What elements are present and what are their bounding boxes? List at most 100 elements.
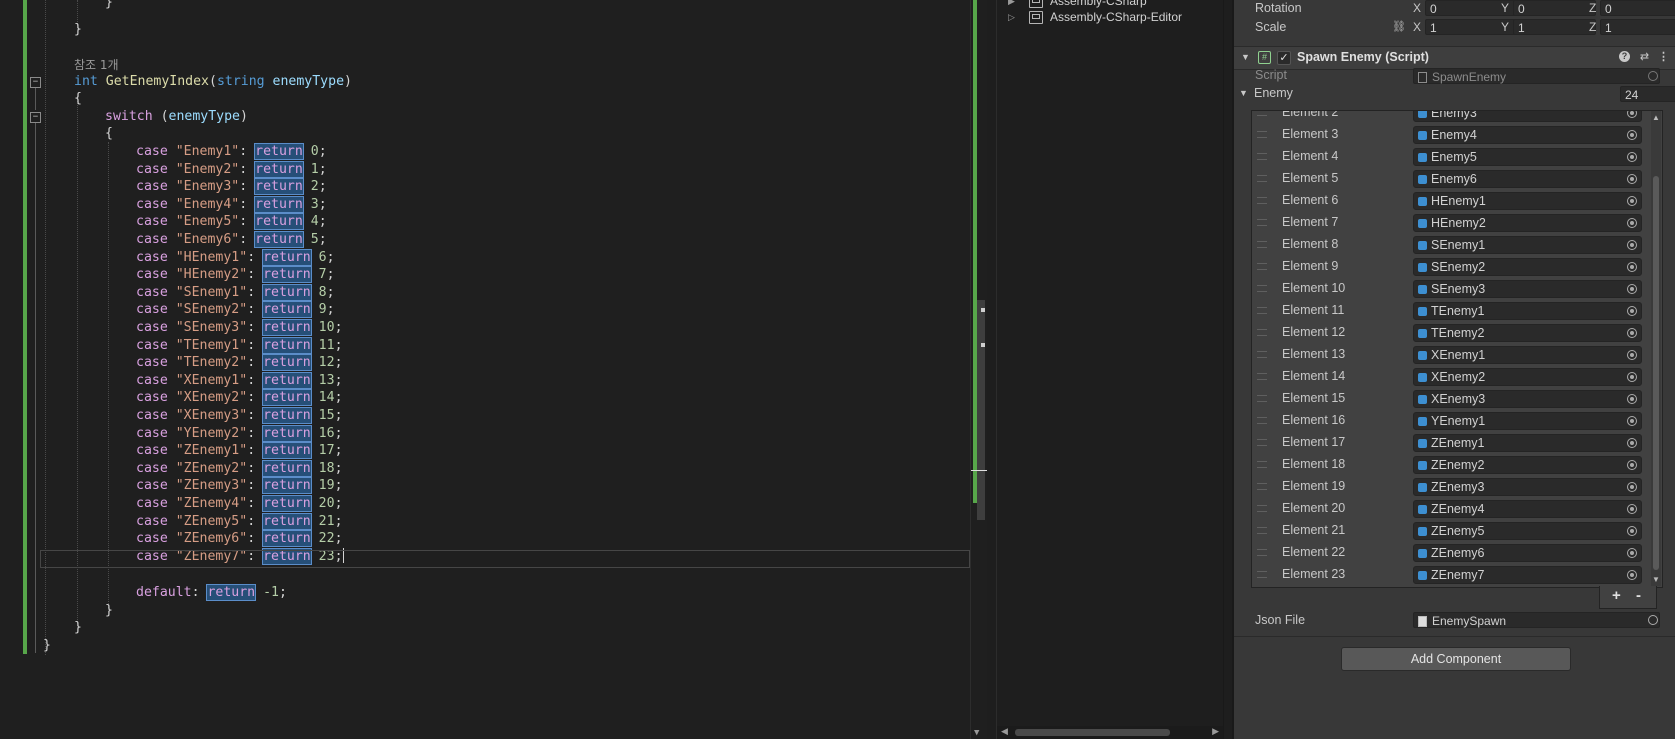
add-component-button[interactable]: Add Component bbox=[1341, 647, 1571, 671]
drag-handle-icon[interactable] bbox=[1257, 505, 1267, 512]
drag-handle-icon[interactable] bbox=[1257, 131, 1267, 138]
reference-count-hint[interactable]: 참조 1개 bbox=[74, 56, 119, 73]
scroll-down-icon[interactable]: ▼ bbox=[974, 728, 979, 738]
drag-handle-icon[interactable] bbox=[1257, 329, 1267, 336]
object-field[interactable]: Enemy5 bbox=[1413, 148, 1642, 166]
list-element-row[interactable]: Element 13 XEnemy1 bbox=[1252, 344, 1647, 366]
scroll-down-icon[interactable]: ▼ bbox=[1652, 575, 1660, 584]
object-field[interactable]: HEnemy2 bbox=[1413, 214, 1642, 232]
list-element-row[interactable]: Element 22 ZEnemy6 bbox=[1252, 542, 1647, 564]
object-field[interactable]: TEnemy2 bbox=[1413, 324, 1642, 342]
list-size-field[interactable]: 24 bbox=[1620, 86, 1675, 102]
list-element-row[interactable]: Element 23 ZEnemy7 bbox=[1252, 564, 1647, 586]
object-picker-icon[interactable] bbox=[1627, 350, 1637, 360]
object-field[interactable]: SEnemy3 bbox=[1413, 280, 1642, 298]
object-field[interactable]: SEnemy1 bbox=[1413, 236, 1642, 254]
more-options-icon[interactable]: ⋮ bbox=[1657, 51, 1670, 64]
object-picker-icon[interactable] bbox=[1627, 284, 1637, 294]
list-element-row[interactable]: Element 6 HEnemy1 bbox=[1252, 190, 1647, 212]
drag-handle-icon[interactable] bbox=[1257, 241, 1267, 248]
object-field[interactable]: ZEnemy2 bbox=[1413, 456, 1642, 474]
object-field[interactable]: Enemy4 bbox=[1413, 126, 1642, 144]
drag-handle-icon[interactable] bbox=[1257, 483, 1267, 490]
rotation-z-field[interactable]: 0 bbox=[1600, 0, 1675, 16]
foldout-arrow-icon[interactable]: ▼ bbox=[1239, 51, 1252, 64]
list-element-row[interactable]: Element 5 Enemy6 bbox=[1252, 168, 1647, 190]
list-element-row[interactable]: Element 4 Enemy5 bbox=[1252, 146, 1647, 168]
link-scale-icon[interactable]: ⛓ bbox=[1392, 20, 1406, 33]
drag-handle-icon[interactable] bbox=[1257, 571, 1267, 578]
json-file-field[interactable]: EnemySpawn bbox=[1413, 612, 1660, 628]
object-field[interactable]: XEnemy3 bbox=[1413, 390, 1642, 408]
object-picker-icon[interactable] bbox=[1627, 372, 1637, 382]
list-element-row[interactable]: Element 20 ZEnemy4 bbox=[1252, 498, 1647, 520]
remove-element-button[interactable]: - bbox=[1636, 587, 1641, 604]
drag-handle-icon[interactable] bbox=[1257, 417, 1267, 424]
drag-handle-icon[interactable] bbox=[1257, 351, 1267, 358]
drag-handle-icon[interactable] bbox=[1257, 175, 1267, 182]
list-element-row[interactable]: Element 15 XEnemy3 bbox=[1252, 388, 1647, 410]
object-picker-icon[interactable] bbox=[1627, 328, 1637, 338]
list-element-row[interactable]: Element 9 SEnemy2 bbox=[1252, 256, 1647, 278]
scroll-thumb[interactable] bbox=[1015, 729, 1170, 736]
object-picker-icon[interactable] bbox=[1627, 111, 1637, 118]
project-horizontal-scrollbar[interactable]: ◀ ▶ bbox=[997, 726, 1223, 739]
list-element-row[interactable]: Element 21 ZEnemy5 bbox=[1252, 520, 1647, 542]
list-scrollbar[interactable]: ▲ ▼ bbox=[1651, 111, 1661, 586]
object-field[interactable]: ZEnemy7 bbox=[1413, 566, 1642, 584]
scroll-up-icon[interactable]: ▲ bbox=[1652, 113, 1660, 122]
object-picker-icon[interactable] bbox=[1648, 71, 1658, 81]
object-picker-icon[interactable] bbox=[1627, 196, 1637, 206]
object-picker-icon[interactable] bbox=[1627, 416, 1637, 426]
list-element-row[interactable]: Element 3 Enemy4 bbox=[1252, 124, 1647, 146]
component-enabled-checkbox[interactable]: ✓ bbox=[1277, 51, 1291, 65]
object-picker-icon[interactable] bbox=[1627, 482, 1637, 492]
object-field[interactable]: ZEnemy1 bbox=[1413, 434, 1642, 452]
expand-arrow-icon[interactable]: ▷ bbox=[1008, 8, 1015, 26]
object-picker-icon[interactable] bbox=[1627, 130, 1637, 140]
object-field[interactable]: HEnemy1 bbox=[1413, 192, 1642, 210]
drag-handle-icon[interactable] bbox=[1257, 263, 1267, 270]
component-header[interactable]: ▼ # ✓ Spawn Enemy (Script) ? ⇄ ⋮ bbox=[1234, 46, 1675, 70]
object-picker-icon[interactable] bbox=[1627, 218, 1637, 228]
object-field[interactable]: ZEnemy4 bbox=[1413, 500, 1642, 518]
object-picker-icon[interactable] bbox=[1627, 570, 1637, 580]
drag-handle-icon[interactable] bbox=[1257, 285, 1267, 292]
object-picker-icon[interactable] bbox=[1627, 174, 1637, 184]
object-field[interactable]: Enemy3 bbox=[1413, 111, 1642, 122]
object-field[interactable]: ZEnemy3 bbox=[1413, 478, 1642, 496]
object-field[interactable]: Enemy6 bbox=[1413, 170, 1642, 188]
drag-handle-icon[interactable] bbox=[1257, 439, 1267, 446]
object-picker-icon[interactable] bbox=[1627, 152, 1637, 162]
object-field[interactable]: ZEnemy6 bbox=[1413, 544, 1642, 562]
code-editor[interactable]: − − } } 참조 1개 int GetEnemyIndex(string e… bbox=[0, 0, 970, 739]
list-element-row[interactable]: Element 2 Enemy3 bbox=[1252, 111, 1647, 124]
drag-handle-icon[interactable] bbox=[1257, 219, 1267, 226]
object-picker-icon[interactable] bbox=[1627, 306, 1637, 316]
list-element-row[interactable]: Element 18 ZEnemy2 bbox=[1252, 454, 1647, 476]
help-icon[interactable]: ? bbox=[1619, 51, 1630, 62]
object-picker-icon[interactable] bbox=[1627, 504, 1637, 514]
scroll-thumb[interactable] bbox=[977, 300, 985, 520]
scroll-thumb[interactable] bbox=[1653, 176, 1659, 570]
drag-handle-icon[interactable] bbox=[1257, 373, 1267, 380]
collapse-switch-icon[interactable]: − bbox=[30, 112, 41, 123]
object-field[interactable]: TEnemy1 bbox=[1413, 302, 1642, 320]
object-picker-icon[interactable] bbox=[1648, 615, 1658, 625]
collapse-method-icon[interactable]: − bbox=[30, 77, 41, 88]
drag-handle-icon[interactable] bbox=[1257, 461, 1267, 468]
object-picker-icon[interactable] bbox=[1627, 526, 1637, 536]
drag-handle-icon[interactable] bbox=[1257, 197, 1267, 204]
list-element-row[interactable]: Element 10 SEnemy3 bbox=[1252, 278, 1647, 300]
rotation-y-field[interactable]: 0 bbox=[1513, 0, 1596, 16]
object-picker-icon[interactable] bbox=[1627, 394, 1637, 404]
drag-handle-icon[interactable] bbox=[1257, 153, 1267, 160]
object-field[interactable]: SEnemy2 bbox=[1413, 258, 1642, 276]
project-item[interactable]: ▷ Assembly-CSharp-Editor bbox=[997, 8, 1223, 26]
object-field[interactable]: YEnemy1 bbox=[1413, 412, 1642, 430]
list-element-row[interactable]: Element 8 SEnemy1 bbox=[1252, 234, 1647, 256]
presets-icon[interactable]: ⇄ bbox=[1638, 51, 1651, 64]
list-foldout-icon[interactable]: ▼ bbox=[1239, 88, 1248, 98]
scroll-right-icon[interactable]: ▶ bbox=[1212, 726, 1219, 737]
list-element-row[interactable]: Element 7 HEnemy2 bbox=[1252, 212, 1647, 234]
